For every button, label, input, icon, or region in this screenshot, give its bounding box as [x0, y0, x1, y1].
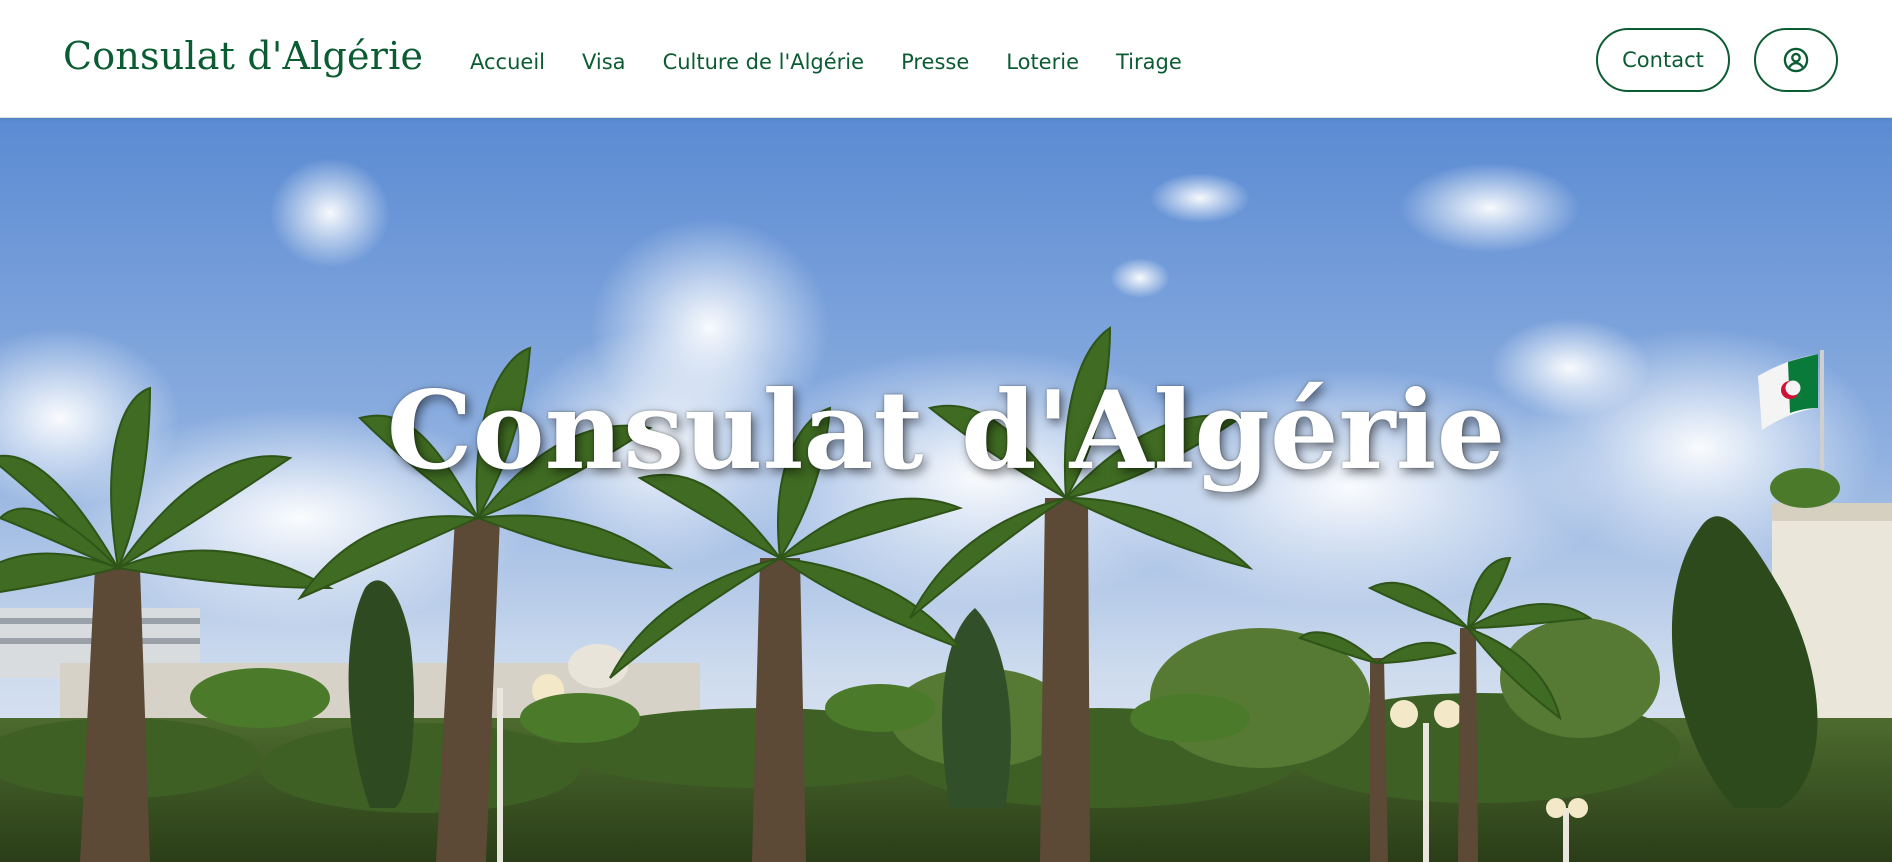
main-nav: Accueil Visa Culture de l'Algérie Presse…	[470, 46, 1219, 78]
nav-item-tirage[interactable]: Tirage	[1116, 50, 1182, 74]
contact-button[interactable]: Contact	[1596, 28, 1730, 92]
account-button[interactable]	[1754, 28, 1838, 92]
nav-item-visa[interactable]: Visa	[582, 50, 626, 74]
site-logo-link[interactable]: Consulat d'Algérie	[63, 34, 423, 78]
nav-item-presse[interactable]: Presse	[901, 50, 969, 74]
user-circle-icon	[1783, 47, 1809, 73]
nav-item-culture[interactable]: Culture de l'Algérie	[663, 50, 865, 74]
nav-item-loterie[interactable]: Loterie	[1006, 50, 1079, 74]
hero-title: Consulat d'Algérie	[386, 368, 1506, 494]
site-header: Consulat d'Algérie Accueil Visa Culture …	[0, 0, 1892, 118]
hero-banner: Consulat d'Algérie	[0, 118, 1892, 862]
nav-item-accueil[interactable]: Accueil	[470, 50, 545, 74]
